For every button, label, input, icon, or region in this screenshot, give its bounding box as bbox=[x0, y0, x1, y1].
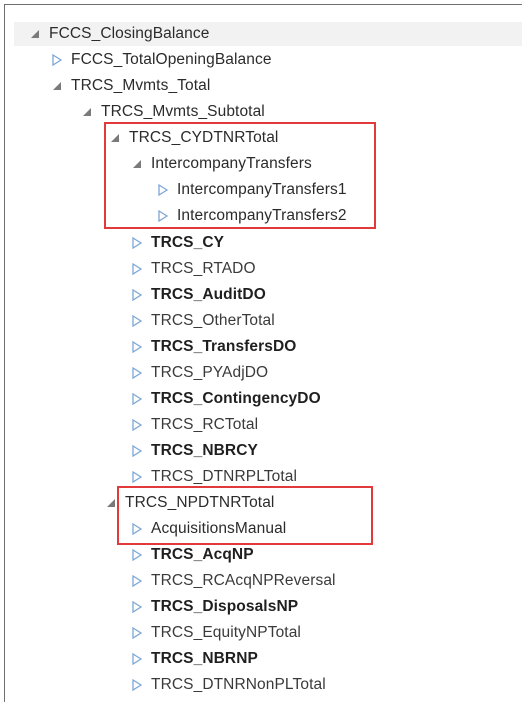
collapsed-triangle-icon[interactable] bbox=[130, 231, 144, 255]
collapsed-triangle-icon[interactable] bbox=[130, 257, 144, 281]
tree-node-intercompanytransfers2[interactable]: IntercompanyTransfers2 bbox=[156, 204, 347, 228]
tree-node-label: TRCS_Mvmts_Total bbox=[71, 77, 211, 94]
tree-node-label: TRCS_CYDTNRTotal bbox=[129, 129, 279, 146]
tree-node-trcs-rtado[interactable]: TRCS_RTADO bbox=[130, 257, 256, 281]
collapsed-triangle-icon[interactable] bbox=[130, 543, 144, 567]
tree-node-trcs-cydtnrtotal[interactable]: TRCS_CYDTNRTotal bbox=[108, 126, 278, 150]
tree-node-trcs-auditdo[interactable]: TRCS_AuditDO bbox=[130, 283, 266, 307]
expanded-triangle-icon[interactable] bbox=[130, 152, 144, 176]
tree-node-trcs-mvmts-total[interactable]: TRCS_Mvmts_Total bbox=[50, 74, 210, 98]
tree-node-trcs-cy[interactable]: TRCS_CY bbox=[130, 231, 224, 255]
tree-node-label: TRCS_AcqNP bbox=[151, 546, 254, 563]
collapsed-triangle-icon[interactable] bbox=[130, 283, 144, 307]
tree-node-label: TRCS_OtherTotal bbox=[151, 312, 275, 329]
tree-node-label: TRCS_ContingencyDO bbox=[151, 390, 321, 407]
collapsed-triangle-icon[interactable] bbox=[130, 647, 144, 671]
collapsed-triangle-icon[interactable] bbox=[130, 595, 144, 619]
tree-node-trcs-npdtnrtotal[interactable]: TRCS_NPDTNRTotal bbox=[104, 491, 274, 515]
tree-node-label: TRCS_RTADO bbox=[151, 260, 256, 277]
tree-node-trcs-pyadjdo[interactable]: TRCS_PYAdjDO bbox=[130, 361, 268, 385]
collapsed-triangle-icon[interactable] bbox=[130, 413, 144, 437]
tree-node-label: TRCS_TransfersDO bbox=[151, 338, 297, 355]
expanded-triangle-icon[interactable] bbox=[104, 491, 118, 515]
tree-node-trcs-dtnrnonpltotal[interactable]: TRCS_DTNRNonPLTotal bbox=[130, 673, 326, 697]
tree-node-trcs-dtnrpltotal[interactable]: TRCS_DTNRPLTotal bbox=[130, 465, 297, 489]
tree-node-label: TRCS_EquityNPTotal bbox=[151, 624, 301, 641]
tree-node-trcs-transfersdo[interactable]: TRCS_TransfersDO bbox=[130, 335, 296, 359]
collapsed-triangle-icon[interactable] bbox=[130, 621, 144, 645]
tree-node-label: TRCS_RCAcqNPReversal bbox=[151, 572, 336, 589]
tree-node-label: TRCS_Mvmts_Subtotal bbox=[101, 103, 265, 120]
tree-node-label: TRCS_CY bbox=[151, 234, 225, 251]
tree-node-trcs-rctotal[interactable]: TRCS_RCTotal bbox=[130, 413, 258, 437]
tree-node-trcs-acqnp[interactable]: TRCS_AcqNP bbox=[130, 543, 254, 567]
tree-node-label: FCCS_TotalOpeningBalance bbox=[71, 51, 272, 68]
tree-node-fccs-closingbalance[interactable]: FCCS_ClosingBalance bbox=[28, 22, 209, 46]
collapsed-triangle-icon[interactable] bbox=[130, 335, 144, 359]
tree-node-trcs-mvmts-subtotal[interactable]: TRCS_Mvmts_Subtotal bbox=[80, 100, 265, 124]
collapsed-triangle-icon[interactable] bbox=[50, 48, 64, 72]
collapsed-triangle-icon[interactable] bbox=[130, 387, 144, 411]
tree-node-label: IntercompanyTransfers1 bbox=[177, 181, 347, 198]
tree-node-trcs-nbrnp[interactable]: TRCS_NBRNP bbox=[130, 647, 258, 671]
tree-node-trcs-rcacqnpreversal[interactable]: TRCS_RCAcqNPReversal bbox=[130, 569, 336, 593]
tree-node-label: TRCS_DisposalsNP bbox=[151, 598, 299, 615]
expanded-triangle-icon[interactable] bbox=[28, 22, 42, 46]
tree-node-label: TRCS_NBRNP bbox=[151, 650, 258, 667]
tree-node-label: TRCS_NPDTNRTotal bbox=[125, 494, 275, 511]
expanded-triangle-icon[interactable] bbox=[80, 100, 94, 124]
collapsed-triangle-icon[interactable] bbox=[130, 673, 144, 697]
tree-node-intercompanytransfers1[interactable]: IntercompanyTransfers1 bbox=[156, 178, 347, 202]
collapsed-triangle-icon[interactable] bbox=[156, 204, 170, 228]
tree-node-label: IntercompanyTransfers bbox=[151, 155, 312, 172]
expanded-triangle-icon[interactable] bbox=[50, 74, 64, 98]
tree-node-acquisitionsmanual[interactable]: AcquisitionsManual bbox=[130, 517, 286, 541]
tree-node-trcs-nbrcy[interactable]: TRCS_NBRCY bbox=[130, 439, 258, 463]
tree-node-trcs-disposalsnp[interactable]: TRCS_DisposalsNP bbox=[130, 595, 298, 619]
collapsed-triangle-icon[interactable] bbox=[130, 517, 144, 541]
tree-node-label: AcquisitionsManual bbox=[151, 520, 287, 537]
tree-node-label: TRCS_PYAdjDO bbox=[151, 364, 269, 381]
tree-node-label: TRCS_AuditDO bbox=[151, 286, 266, 303]
collapsed-triangle-icon[interactable] bbox=[130, 439, 144, 463]
tree-node-trcs-equitynptotal[interactable]: TRCS_EquityNPTotal bbox=[130, 621, 301, 645]
collapsed-triangle-icon[interactable] bbox=[130, 309, 144, 333]
tree-node-label: TRCS_RCTotal bbox=[151, 416, 259, 433]
tree-node-label: TRCS_DTNRNonPLTotal bbox=[151, 676, 326, 693]
tree-node-fccs-totalopeningbalance[interactable]: FCCS_TotalOpeningBalance bbox=[50, 48, 272, 72]
tree-node-trcs-contingencydo[interactable]: TRCS_ContingencyDO bbox=[130, 387, 321, 411]
expanded-triangle-icon[interactable] bbox=[108, 126, 122, 150]
collapsed-triangle-icon[interactable] bbox=[130, 569, 144, 593]
tree-node-label: IntercompanyTransfers2 bbox=[177, 207, 347, 224]
collapsed-triangle-icon[interactable] bbox=[130, 465, 144, 489]
tree-node-label: TRCS_NBRCY bbox=[151, 442, 258, 459]
collapsed-triangle-icon[interactable] bbox=[156, 178, 170, 202]
tree-node-label: TRCS_DTNRPLTotal bbox=[151, 468, 298, 485]
tree-node-label: FCCS_ClosingBalance bbox=[49, 25, 210, 42]
collapsed-triangle-icon[interactable] bbox=[130, 361, 144, 385]
tree-node-trcs-othertotal[interactable]: TRCS_OtherTotal bbox=[130, 309, 275, 333]
tree-node-intercompanytransfers[interactable]: IntercompanyTransfers bbox=[130, 152, 312, 176]
